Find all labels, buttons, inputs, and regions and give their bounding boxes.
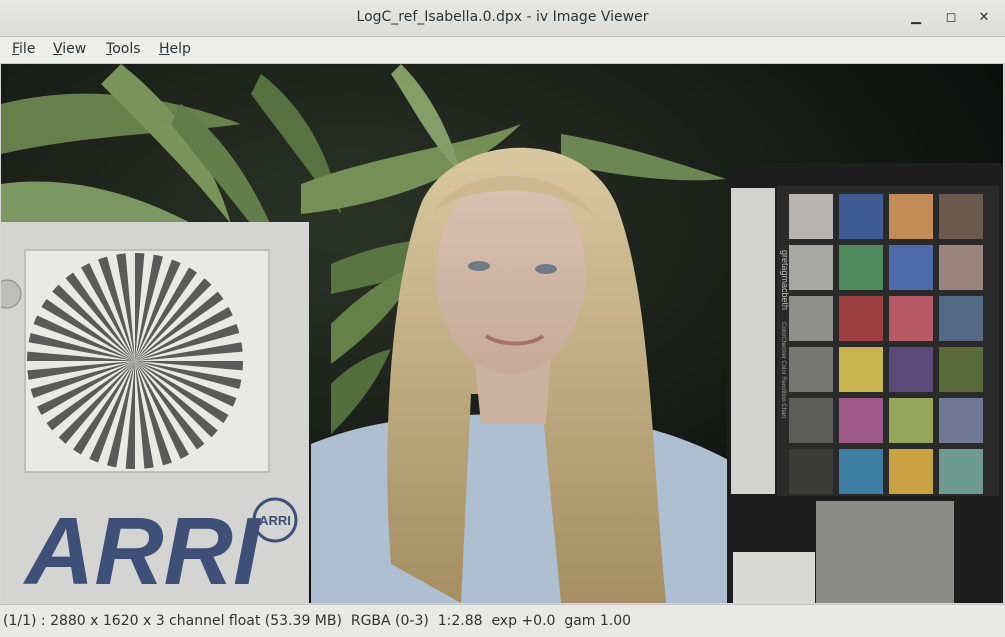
arri-logo: ARRI (23, 498, 262, 603)
checker-patch (939, 245, 983, 290)
menu-tools[interactable]: Tools (106, 41, 141, 57)
minimize-icon[interactable]: ▁ (906, 8, 926, 28)
checker-patch (789, 194, 833, 239)
checker-patch (789, 296, 833, 341)
checker-patch (939, 398, 983, 443)
menu-bar: File View Tools Help (0, 37, 1005, 64)
checker-patch (789, 347, 833, 392)
checker-patch (789, 449, 833, 494)
checker-patch (889, 398, 933, 443)
close-icon[interactable]: ✕ (974, 8, 994, 28)
gray-card (816, 501, 954, 603)
white-card (733, 552, 815, 603)
checker-patch (939, 347, 983, 392)
status-text: (1/1) : 2880 x 1620 x 3 channel float (5… (3, 613, 632, 629)
arri-seal-text: ARRI (259, 513, 291, 528)
checker-subtitle: ColorChecker Color Rendition Chart (780, 322, 786, 418)
menu-help[interactable]: Help (159, 41, 191, 57)
displayed-image: ARRI ARRI gretagmacbeth ColorChecker Col… (1, 64, 1003, 603)
checker-patch (889, 449, 933, 494)
checker-patch (789, 398, 833, 443)
image-viewport[interactable]: ARRI ARRI gretagmacbeth ColorChecker Col… (1, 64, 1003, 603)
status-bar: (1/1) : 2880 x 1620 x 3 channel float (5… (0, 604, 1005, 637)
checker-light-strip (731, 188, 775, 494)
checker-patch (839, 398, 883, 443)
checker-patch (889, 347, 933, 392)
checker-patch (889, 194, 933, 239)
shirt (311, 414, 736, 603)
menu-file[interactable]: File (12, 41, 35, 57)
right-eye (535, 264, 557, 274)
title-bar: LogC_ref_Isabella.0.dpx - iv Image Viewe… (0, 0, 1005, 37)
checker-patch (839, 245, 883, 290)
left-eye (468, 261, 490, 271)
checker-brand: gretagmacbeth (780, 250, 790, 310)
checker-patch (789, 245, 833, 290)
checker-patch (889, 245, 933, 290)
window-title: LogC_ref_Isabella.0.dpx - iv Image Viewe… (356, 9, 649, 25)
menu-view[interactable]: View (53, 41, 86, 57)
checker-patch (839, 296, 883, 341)
checker-patch (939, 194, 983, 239)
checker-patch (939, 449, 983, 494)
checker-patch (839, 347, 883, 392)
checker-patch (939, 296, 983, 341)
checker-patch (889, 296, 933, 341)
checker-patch (839, 449, 883, 494)
maximize-icon[interactable]: ◻ (941, 8, 961, 28)
checker-patch (839, 194, 883, 239)
